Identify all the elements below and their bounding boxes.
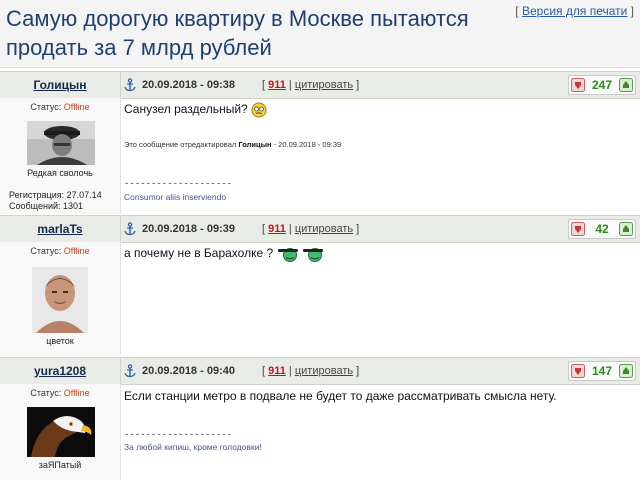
post-text: Санузел раздельный? [124,102,267,118]
post-header: yura1208 20.09.2018 - 09:40 [ 911 | цити… [0,357,640,385]
registration-date: Регистрация: 27.07.14 [9,190,102,200]
avatar [27,407,95,457]
sunglasses-smile-icon [302,248,323,262]
avatar-caption: заЯПатый [38,460,82,470]
rating-box: 247 [568,75,636,95]
avatar-caption: Редкая сволочь [27,168,93,178]
quote-link[interactable]: цитировать [295,223,353,235]
sunglasses-smile-icon [277,248,298,262]
post-header: marlaTs 20.09.2018 - 09:39 [ 911 | цитир… [0,215,640,243]
post-date: 20.09.2018 - 09:39 [142,223,235,235]
vote-down-icon[interactable] [571,364,585,378]
forum-post: Голицын 20.09.2018 - 09:38 [ 911 | цитир… [0,71,640,214]
user-panel: Статус: Offline заЯПатый [0,384,121,480]
signature: За любой кипиш, кроме голодовки! [124,442,262,452]
forum-post: marlaTs 20.09.2018 - 09:39 [ 911 | цитир… [0,215,640,355]
avatar-caption: цветок [46,336,74,346]
rating-box: 42 [568,219,636,239]
print-version: [ Версия для печати ] [515,4,634,18]
signature-divider: -------------------- [124,179,233,189]
anchor-icon[interactable] [123,364,137,378]
signature: Consumor aliis inserviendo [124,192,227,202]
avatar [32,267,88,333]
avatar [27,121,95,165]
topic-title: Самую дорогую квартиру в Москве пытаются… [6,6,469,60]
quote-link[interactable]: цитировать [295,79,353,91]
user-panel: Статус: Offline цветок [0,242,121,355]
rating-score: 42 [595,222,609,236]
post-date: 20.09.2018 - 09:38 [142,79,235,91]
rating-box: 147 [568,361,636,381]
edit-note: Это сообщение отредактировал Голицын - 2… [124,140,342,149]
vote-up-icon[interactable] [619,222,633,236]
rating-score: 247 [591,78,613,92]
rating-score: 147 [591,364,613,378]
post-text: а почему не в Барахолке ? [124,246,324,262]
post-text: Если станции метро в подвале не будет то… [124,389,557,403]
user-status: Статус: Offline [30,246,90,256]
post-date: 20.09.2018 - 09:40 [142,365,235,377]
anchor-icon[interactable] [123,78,137,92]
anchor-icon[interactable] [123,222,137,236]
message-count: Сообщений: 1301 [9,201,84,211]
post-number-link[interactable]: 911 [268,79,286,91]
quote-link[interactable]: цитировать [295,365,353,377]
author-nick[interactable]: marlaTs [0,216,120,242]
forum-post: yura1208 20.09.2018 - 09:40 [ 911 | цити… [0,357,640,480]
post-links: [ 911 | цитировать ] [262,223,360,235]
post-number-link[interactable]: 911 [268,365,286,377]
post-header: Голицын 20.09.2018 - 09:38 [ 911 | цитир… [0,71,640,99]
user-panel: Статус: Offline Редкая сволочь Регистрац… [0,98,121,214]
author-nick[interactable]: Голицын [0,72,120,98]
topic-header: Самую дорогую квартиру в Москве пытаются… [0,0,640,68]
post-links: [ 911 | цитировать ] [262,79,360,91]
post-number-link[interactable]: 911 [268,223,286,235]
user-status: Статус: Offline [30,388,90,398]
author-nick[interactable]: yura1208 [0,358,120,384]
vote-down-icon[interactable] [571,78,585,92]
print-version-link[interactable]: Версия для печати [522,4,627,18]
vote-up-icon[interactable] [619,364,633,378]
signature-divider: -------------------- [124,430,233,440]
user-status: Статус: Offline [30,102,90,112]
vote-down-icon[interactable] [571,222,585,236]
confused-smile-icon [251,102,267,118]
vote-up-icon[interactable] [619,78,633,92]
post-links: [ 911 | цитировать ] [262,365,360,377]
